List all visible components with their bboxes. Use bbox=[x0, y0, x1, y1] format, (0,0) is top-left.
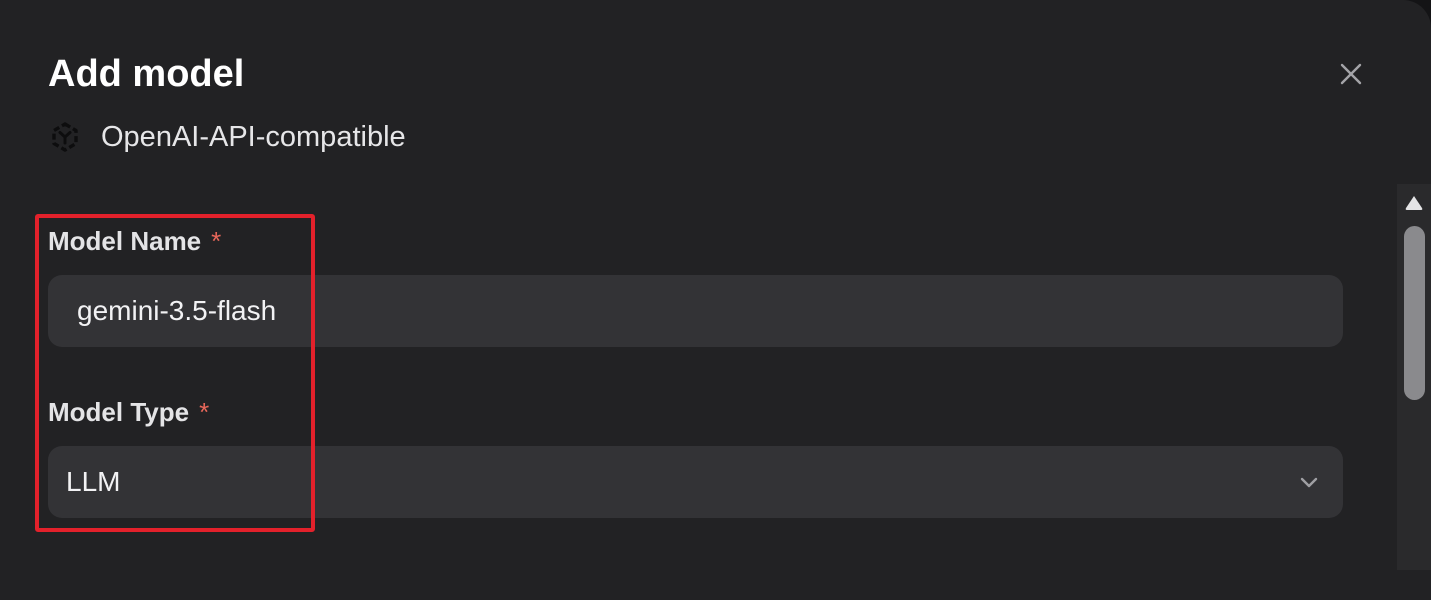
model-type-label-text: Model Type bbox=[48, 397, 190, 427]
add-model-dialog: Add model OpenAI-API-compatible Model Na… bbox=[0, 0, 1431, 600]
openai-compatible-icon bbox=[48, 120, 82, 154]
scrollbar-thumb[interactable] bbox=[1404, 226, 1425, 400]
provider-name: OpenAI-API-compatible bbox=[101, 121, 406, 153]
model-type-select[interactable]: LLM bbox=[48, 446, 1343, 518]
model-name-label-text: Model Name bbox=[48, 226, 202, 256]
close-icon bbox=[1340, 63, 1362, 85]
chevron-down-icon bbox=[1300, 477, 1318, 488]
required-indicator: * bbox=[199, 397, 210, 427]
model-type-label: Model Type * bbox=[48, 395, 209, 429]
model-type-selected-value: LLM bbox=[66, 466, 121, 497]
dialog-title: Add model bbox=[48, 53, 245, 95]
close-button[interactable] bbox=[1333, 56, 1369, 92]
model-name-input[interactable] bbox=[48, 275, 1343, 347]
model-name-label: Model Name * bbox=[48, 224, 221, 258]
scroll-up-icon[interactable] bbox=[1403, 193, 1425, 213]
required-indicator: * bbox=[211, 226, 222, 256]
provider-info: OpenAI-API-compatible bbox=[48, 116, 406, 158]
